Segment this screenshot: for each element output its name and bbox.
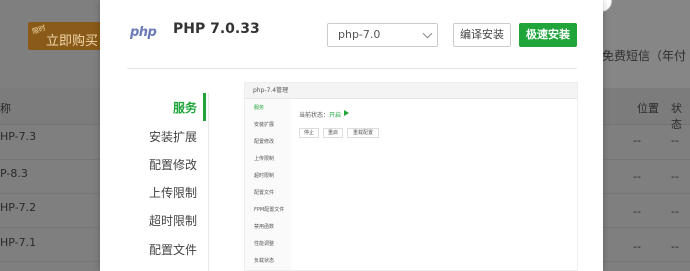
- background-right-area: [600, 0, 690, 90]
- row-name: HP-7.1: [0, 236, 37, 249]
- preview-status-value: 开启: [329, 112, 342, 119]
- preview-header: php-7.4管理: [245, 83, 577, 99]
- menu-item-upload-limit[interactable]: 上传限制: [117, 184, 197, 201]
- row-position: --: [633, 134, 641, 147]
- preview-side-item: 性能调整: [254, 241, 275, 247]
- row-name: HP-7.3: [0, 130, 37, 143]
- preview-stop-button: 停止: [299, 128, 319, 138]
- preview-side-item: 上传限制: [254, 156, 275, 162]
- preview-side-item: 超时限制: [254, 173, 275, 179]
- promo-text[interactable]: 立即购买: [46, 30, 98, 49]
- preview-side-item: 安装扩展: [254, 122, 275, 128]
- php-manager-modal: php PHP 7.0.33 php-7.0 编译安装 极速安装 服务 安装扩展…: [100, 0, 603, 271]
- menu-item-extensions[interactable]: 安装扩展: [117, 128, 197, 145]
- preview-restart-button: 重启: [323, 128, 343, 138]
- preview-side-item: 配置修改: [254, 139, 275, 145]
- menu-item-config-file[interactable]: 配置文件: [117, 241, 197, 258]
- menu-item-timeout-limit[interactable]: 超时限制: [117, 212, 197, 229]
- preview-side-item: 禁用函数: [254, 224, 275, 230]
- service-preview-image: php-7.4管理 服务 安装扩展 配置修改 上传限制 超时限制 配置文件 FP…: [244, 82, 578, 271]
- preview-title: php-7.4管理: [253, 87, 289, 94]
- version-select-value: php-7.0: [338, 28, 381, 41]
- preview-side-item: FPM配置文件: [254, 207, 285, 213]
- row-position: --: [633, 170, 641, 183]
- preview-side-item: 配置文件: [254, 190, 275, 196]
- php-logo: php: [130, 25, 157, 40]
- menu-item-service[interactable]: 服务: [117, 99, 197, 116]
- compile-install-button[interactable]: 编译安装: [453, 23, 511, 47]
- preview-sidebar: 服务 安装扩展 配置修改 上传限制 超时限制 配置文件 FPM配置文件 禁用函数…: [245, 99, 291, 270]
- chevron-down-icon: [422, 28, 433, 39]
- sms-text: 免费短信（年付: [602, 49, 687, 63]
- modal-title: PHP 7.0.33: [173, 21, 260, 37]
- row-position: --: [633, 205, 641, 218]
- version-select[interactable]: php-7.0: [327, 23, 438, 47]
- row-position: --: [633, 240, 641, 253]
- preview-status: 当前状态：开启: [299, 110, 341, 119]
- preview-side-item: 负载状态: [254, 258, 275, 264]
- preview-reload-button: 重载配置: [347, 128, 379, 138]
- row-name: HP-7.2: [0, 201, 37, 214]
- fast-install-button[interactable]: 极速安装: [519, 23, 577, 47]
- preview-side-item: 服务: [254, 105, 265, 111]
- menu-divider: [208, 93, 209, 271]
- row-status: --: [671, 134, 679, 147]
- active-menu-indicator: [203, 93, 206, 121]
- menu-item-config-edit[interactable]: 配置修改: [117, 156, 197, 173]
- table-header-left: [0, 88, 100, 125]
- preview-status-label: 当前状态：: [299, 112, 330, 119]
- column-position-header: 位置: [637, 102, 659, 115]
- row-status: --: [671, 205, 679, 218]
- row-status: --: [671, 240, 679, 253]
- play-icon: [344, 110, 349, 116]
- header-divider: [127, 68, 577, 69]
- row-status: --: [671, 170, 679, 183]
- column-name-header: 称: [0, 102, 11, 115]
- row-name: P-8.3: [0, 167, 28, 180]
